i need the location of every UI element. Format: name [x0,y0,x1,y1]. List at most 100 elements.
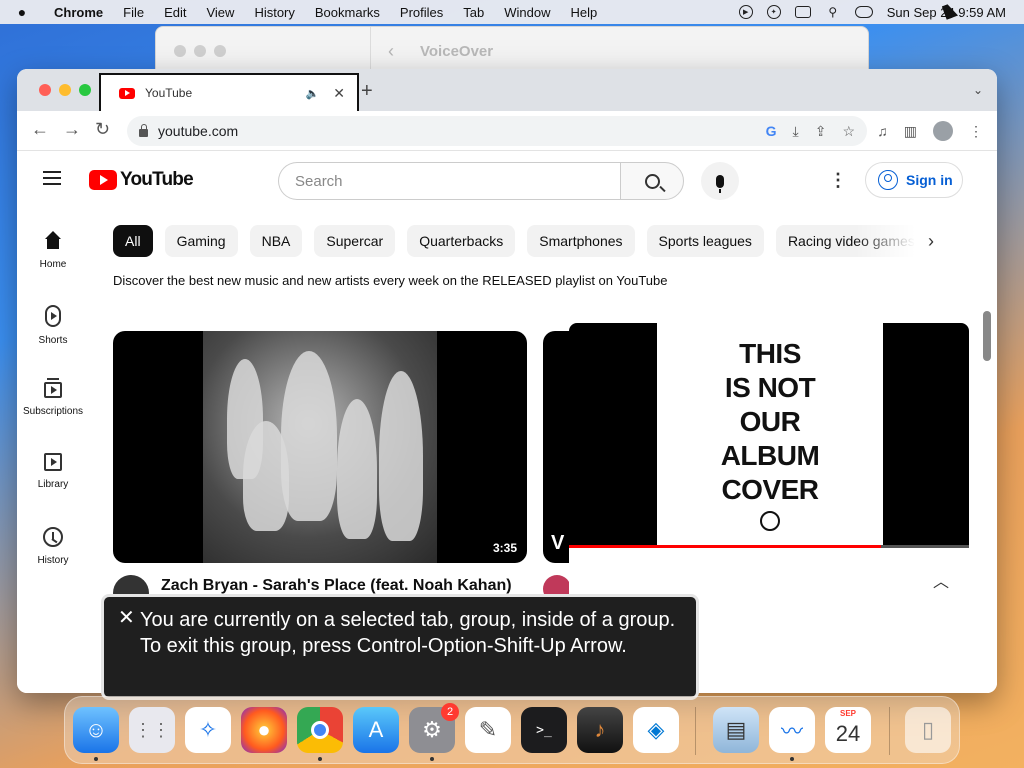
preview-icon[interactable]: ▤ [713,707,759,753]
chrome-menu-icon[interactable]: ⋮ [969,123,983,140]
chip-all[interactable]: All [113,225,153,257]
menu-help[interactable]: Help [561,5,608,20]
expand-chevron-icon[interactable]: ︿ [933,568,949,592]
calendar-icon[interactable]: SEP 24 [825,707,871,753]
side-panel-icon[interactable]: ▥ [904,123,917,140]
toolbar-right: ♫ ▥ ⋮ [877,121,983,141]
menu-profiles[interactable]: Profiles [390,5,453,20]
trash-icon[interactable]: ▯ [905,707,951,753]
freeform-icon[interactable]: 〰 [769,707,815,753]
system-settings-icon[interactable]: ⚙ 2 [409,703,459,753]
youtube-favicon-icon [119,87,135,99]
chip-sports-leagues[interactable]: Sports leagues [646,225,764,257]
voiceover-zoom-light[interactable] [214,45,226,57]
voiceover-minimize-light[interactable] [194,45,206,57]
search-box[interactable] [278,162,622,200]
terminal-icon[interactable]: >_ [521,707,567,753]
reload-button[interactable]: ↻ [95,119,110,140]
chip-gaming[interactable]: Gaming [164,225,238,257]
album-line: COVER [721,474,819,505]
filter-chips-bar: All Gaming NBA Supercar Quarterbacks Sma… [113,219,956,263]
google-lens-icon[interactable]: G [766,123,777,140]
minimize-window-button[interactable] [59,84,71,96]
install-app-icon[interactable]: ⤓ [793,123,799,140]
url-text[interactable]: youtube.com [158,123,238,139]
lock-icon[interactable] [139,124,148,137]
textedit-icon[interactable]: ✎ [465,707,511,753]
play-status-icon[interactable]: ▶ [738,5,753,19]
finder-icon[interactable]: ☺ [73,707,119,753]
video-title[interactable]: Zach Bryan - Sarah's Place (feat. Noah K… [161,577,512,595]
voiceover-back-icon[interactable]: ‹ [388,41,394,62]
page-scrollbar[interactable] [983,311,991,361]
menu-edit[interactable]: Edit [154,5,196,20]
voiceover-close-light[interactable] [174,45,186,57]
menu-window[interactable]: Window [494,5,560,20]
album-cover-text: THIS IS NOT OUR ALBUM COVER [721,337,820,507]
album-line: THIS [739,338,801,369]
chips-next-button[interactable]: › [915,225,947,257]
thumbnail-figure [281,351,337,521]
video-thumbnail[interactable]: 3:35 [113,331,527,563]
nav-shorts[interactable]: Shorts [17,305,89,346]
caption-close-icon[interactable]: ✕ [118,605,135,630]
nav-shorts-label: Shorts [38,335,68,346]
control-center-icon[interactable] [854,6,873,18]
tab-close-icon[interactable]: ✕ [333,85,345,102]
menu-file[interactable]: File [113,5,154,20]
chrome-icon[interactable] [297,707,343,753]
media-controls-icon[interactable]: ♫ [877,123,888,139]
chip-nba[interactable]: NBA [249,225,303,257]
shorts-icon [45,305,61,327]
menu-history[interactable]: History [244,5,304,20]
subscriptions-icon [44,378,62,398]
firefox-icon[interactable]: ● [241,707,287,753]
sign-in-button[interactable]: Sign in [865,162,963,198]
settings-kebab-icon[interactable]: ⋮ [829,171,847,189]
spotlight-search-icon[interactable]: ⚲ [825,5,841,19]
menu-app-name[interactable]: Chrome [44,5,113,20]
forward-button[interactable]: → [63,119,81,140]
nav-subscriptions[interactable]: Subscriptions [17,378,89,417]
dock-separator [889,707,890,755]
share-icon[interactable]: ⇪ [815,123,827,140]
app-store-icon[interactable]: A [353,707,399,753]
menu-bookmarks[interactable]: Bookmarks [305,5,390,20]
vscode-icon[interactable]: ◈ [633,707,679,753]
screen-mirroring-icon[interactable] [794,6,811,18]
close-window-button[interactable] [39,84,51,96]
menu-view[interactable]: View [196,5,244,20]
menu-extras: ▶ ✦ ⚲ Sun Sep 24 9:59 AM [738,5,1024,20]
miniplayer[interactable]: THIS IS NOT OUR ALBUM COVER ︿ [569,323,969,611]
back-button[interactable]: ← [31,119,49,140]
tab-youtube[interactable]: YouTube 🔈 ✕ [99,73,359,113]
nav-history[interactable]: History [17,527,89,566]
youtube-logo[interactable]: YouTube [89,169,194,191]
nav-subscriptions-label: Subscriptions [22,406,84,417]
accessibility-icon[interactable]: ✦ [766,5,781,19]
voice-search-button[interactable] [701,162,739,200]
menu-tab[interactable]: Tab [453,5,494,20]
video-duration-badge: 3:35 [488,539,521,557]
window-controls [39,84,91,96]
safari-icon[interactable]: ✧ [185,707,231,753]
zoom-window-button[interactable] [79,84,91,96]
apple-menu-icon[interactable]: ● [0,4,44,20]
chip-supercar[interactable]: Supercar [314,225,396,257]
chip-smartphones[interactable]: Smartphones [527,225,635,257]
hamburger-menu-icon[interactable] [43,171,61,185]
search-button[interactable] [620,162,684,200]
chip-quarterbacks[interactable]: Quarterbacks [407,225,516,257]
tab-audio-icon[interactable]: 🔈 [306,87,320,100]
calendar-month: SEP [839,709,856,718]
bookmark-star-icon[interactable]: ☆ [842,123,855,140]
garageband-icon[interactable]: ♪ [577,707,623,753]
profile-avatar-icon[interactable] [933,121,953,141]
launchpad-icon[interactable]: ⋮⋮ [129,707,175,753]
search-input[interactable] [295,172,595,190]
address-bar[interactable]: youtube.com G ⤓ ⇪ ☆ [127,116,867,146]
nav-library[interactable]: Library [17,453,89,490]
nav-home[interactable]: Home [17,231,89,270]
tab-search-icon[interactable]: ⌄ [973,83,983,97]
new-tab-button[interactable]: + [361,80,373,103]
